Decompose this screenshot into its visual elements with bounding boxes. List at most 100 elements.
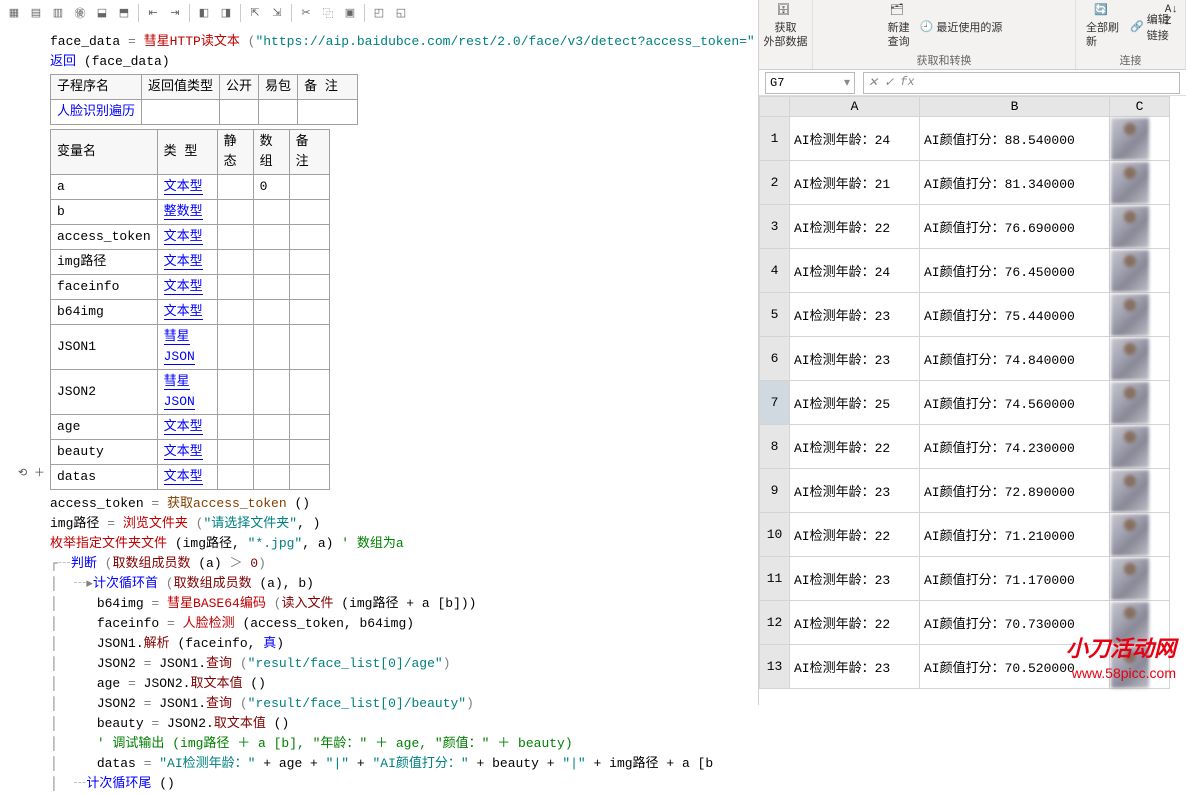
- cell-image[interactable]: [1110, 601, 1170, 645]
- var-array[interactable]: [253, 250, 289, 275]
- column-header-c[interactable]: C: [1110, 97, 1170, 117]
- row-header[interactable]: 10: [760, 513, 790, 557]
- var-array[interactable]: [253, 440, 289, 465]
- tb-icon[interactable]: ▦: [4, 3, 24, 23]
- cell[interactable]: AI检测年龄：22: [790, 513, 920, 557]
- cell[interactable]: AI检测年龄：21: [790, 161, 920, 205]
- row-header[interactable]: 12: [760, 601, 790, 645]
- cell[interactable]: AI检测年龄：22: [790, 601, 920, 645]
- cell[interactable]: AI颜值打分：74.230000: [920, 425, 1110, 469]
- tb-icon[interactable]: ⇤: [143, 3, 163, 23]
- var-static[interactable]: [217, 370, 253, 415]
- var-note[interactable]: [289, 175, 329, 200]
- tb-icon[interactable]: ◧: [194, 3, 214, 23]
- column-header-a[interactable]: A: [790, 97, 920, 117]
- cell[interactable]: AI检测年龄：25: [790, 381, 920, 425]
- name-box[interactable]: G7▾: [765, 72, 855, 94]
- var-array[interactable]: [253, 225, 289, 250]
- var-static[interactable]: [217, 440, 253, 465]
- var-array[interactable]: [253, 325, 289, 370]
- var-note[interactable]: [289, 275, 329, 300]
- var-type[interactable]: 文本型: [157, 250, 217, 275]
- var-note[interactable]: [289, 200, 329, 225]
- cell[interactable]: AI颜值打分：74.560000: [920, 381, 1110, 425]
- code-editor[interactable]: face_data = 彗星HTTP读文本 ("https://aip.baid…: [0, 28, 758, 794]
- refresh-all-button[interactable]: 🔄全部刷新: [1082, 2, 1124, 52]
- cancel-icon[interactable]: ✕: [868, 75, 878, 90]
- row-header[interactable]: 1: [760, 117, 790, 161]
- row-header[interactable]: 6: [760, 337, 790, 381]
- var-static[interactable]: [217, 300, 253, 325]
- var-note[interactable]: [289, 465, 329, 490]
- row-header[interactable]: 7: [760, 381, 790, 425]
- var-note[interactable]: [289, 225, 329, 250]
- cell-image[interactable]: [1110, 249, 1170, 293]
- var-type[interactable]: 文本型: [157, 275, 217, 300]
- cell[interactable]: AI颜值打分：72.890000: [920, 469, 1110, 513]
- var-name[interactable]: b64img: [51, 300, 158, 325]
- cell[interactable]: AI检测年龄：24: [790, 249, 920, 293]
- cell[interactable]: AI检测年龄：23: [790, 293, 920, 337]
- var-name[interactable]: JSON2: [51, 370, 158, 415]
- var-array[interactable]: [253, 465, 289, 490]
- tb-icon[interactable]: ⿻: [318, 3, 338, 23]
- enter-icon[interactable]: ✓: [884, 75, 894, 90]
- tb-icon[interactable]: ⬓: [92, 3, 112, 23]
- cell[interactable]: 人脸识别遍历: [51, 100, 142, 125]
- row-header[interactable]: 4: [760, 249, 790, 293]
- cell[interactable]: AI颜值打分：71.170000: [920, 557, 1110, 601]
- var-array[interactable]: [253, 275, 289, 300]
- var-static[interactable]: [217, 415, 253, 440]
- cell[interactable]: AI检测年龄：22: [790, 425, 920, 469]
- var-name[interactable]: datas: [51, 465, 158, 490]
- recent-sources-button[interactable]: 🕘最近使用的源: [918, 18, 1005, 36]
- var-array[interactable]: 0: [253, 175, 289, 200]
- cell[interactable]: AI颜值打分：70.730000: [920, 601, 1110, 645]
- row-header[interactable]: 8: [760, 425, 790, 469]
- cell-image[interactable]: [1110, 117, 1170, 161]
- var-static[interactable]: [217, 200, 253, 225]
- cell[interactable]: AI颜值打分：70.520000: [920, 645, 1110, 689]
- cell[interactable]: AI颜值打分：76.690000: [920, 205, 1110, 249]
- cell-image[interactable]: [1110, 337, 1170, 381]
- var-type[interactable]: 彗星JSON: [157, 370, 217, 415]
- cell-image[interactable]: [1110, 469, 1170, 513]
- cell[interactable]: [298, 100, 358, 125]
- row-header[interactable]: 5: [760, 293, 790, 337]
- var-type[interactable]: 整数型: [157, 200, 217, 225]
- cell-image[interactable]: [1110, 645, 1170, 689]
- tb-icon[interactable]: ◰: [369, 3, 389, 23]
- tb-icon[interactable]: ⇱: [245, 3, 265, 23]
- column-header-b[interactable]: B: [920, 97, 1110, 117]
- var-name[interactable]: a: [51, 175, 158, 200]
- cell[interactable]: AI颜值打分：75.440000: [920, 293, 1110, 337]
- tb-icon[interactable]: ⇲: [267, 3, 287, 23]
- cell[interactable]: AI检测年龄：22: [790, 205, 920, 249]
- tb-icon[interactable]: ㊝: [70, 3, 90, 23]
- var-static[interactable]: [217, 275, 253, 300]
- var-static[interactable]: [217, 465, 253, 490]
- var-array[interactable]: [253, 200, 289, 225]
- var-array[interactable]: [253, 370, 289, 415]
- new-query-button[interactable]: 🗂新建 查询: [884, 2, 914, 52]
- var-array[interactable]: [253, 415, 289, 440]
- var-name[interactable]: img路径: [51, 250, 158, 275]
- var-type[interactable]: 文本型: [157, 440, 217, 465]
- fold-icon[interactable]: ⟲ ＋: [18, 464, 48, 483]
- tb-icon[interactable]: ◱: [391, 3, 411, 23]
- formula-bar[interactable]: ✕✓fx: [863, 72, 1180, 94]
- var-array[interactable]: [253, 300, 289, 325]
- cell-image[interactable]: [1110, 557, 1170, 601]
- var-type[interactable]: 文本型: [157, 175, 217, 200]
- tb-icon[interactable]: ▤: [26, 3, 46, 23]
- cell-image[interactable]: [1110, 205, 1170, 249]
- cell[interactable]: [259, 100, 298, 125]
- tb-icon[interactable]: ▣: [340, 3, 360, 23]
- cell-image[interactable]: [1110, 425, 1170, 469]
- var-note[interactable]: [289, 325, 329, 370]
- var-static[interactable]: [217, 175, 253, 200]
- cell[interactable]: AI颜值打分：76.450000: [920, 249, 1110, 293]
- sort-button[interactable]: A↓Z: [1161, 2, 1182, 30]
- var-note[interactable]: [289, 300, 329, 325]
- cell-image[interactable]: [1110, 381, 1170, 425]
